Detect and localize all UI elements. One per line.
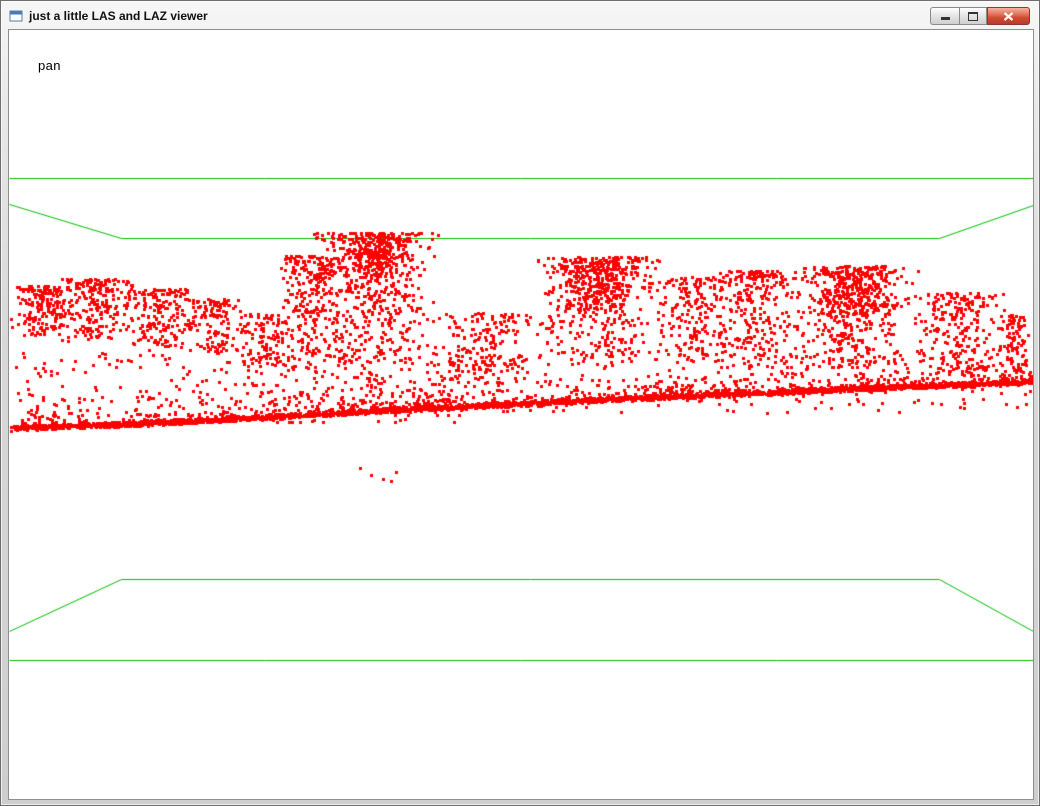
point-cloud-canvas[interactable] xyxy=(9,30,1033,799)
mode-label: pan xyxy=(38,58,61,73)
close-button[interactable] xyxy=(987,7,1030,25)
close-icon xyxy=(1003,12,1014,21)
app-window: just a little LAS and LAZ viewer pan xyxy=(0,0,1040,806)
minimize-button[interactable] xyxy=(930,7,959,25)
maximize-icon xyxy=(968,12,978,21)
minimize-icon xyxy=(941,17,950,20)
app-icon xyxy=(8,8,24,24)
maximize-button[interactable] xyxy=(959,7,987,25)
titlebar[interactable]: just a little LAS and LAZ viewer xyxy=(2,2,1038,29)
window-title: just a little LAS and LAZ viewer xyxy=(29,9,208,23)
viewer-client-area: pan xyxy=(9,30,1033,799)
window-controls xyxy=(930,7,1030,25)
